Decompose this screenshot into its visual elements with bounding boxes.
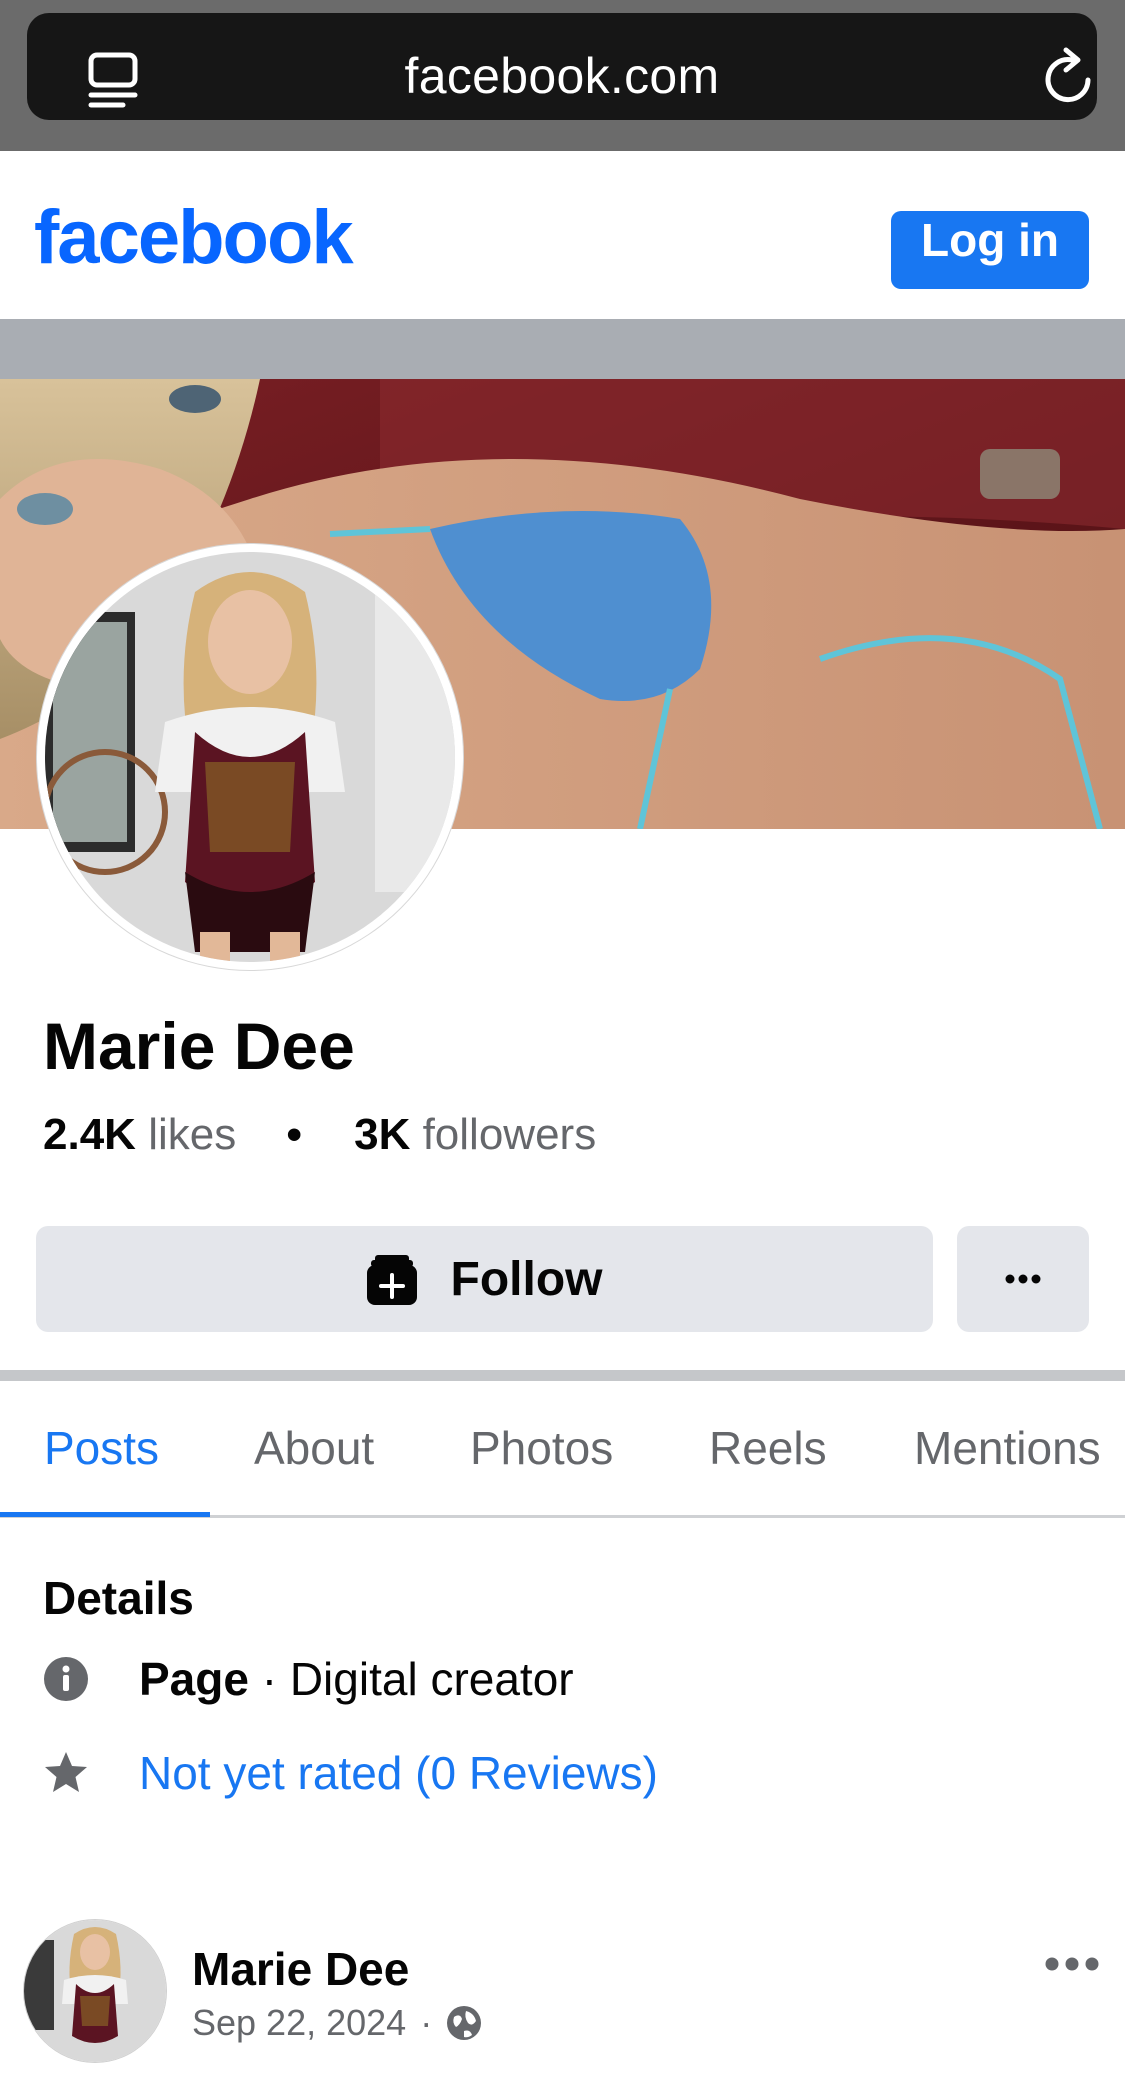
tab-reels[interactable]: Reels [709,1421,827,1475]
tab-about[interactable]: About [254,1421,374,1475]
profile-tabs: Posts About Photos Reels Mentions [0,1381,1125,1518]
tab-photos[interactable]: Photos [470,1421,613,1475]
page-stats: 2.4K likes • 3K followers [43,1110,596,1160]
section-divider [0,1370,1125,1381]
detail-rating-row: Not yet rated (0 Reviews) [43,1746,658,1800]
profile-picture[interactable] [37,544,463,970]
tab-mentions[interactable]: Mentions [914,1421,1101,1475]
url-text[interactable]: facebook.com [27,47,1097,105]
header-divider [0,319,1125,379]
page-type-label: Page [139,1653,249,1705]
follow-button[interactable]: Follow [36,1226,933,1332]
likes-label: likes [148,1110,237,1159]
star-icon [45,1752,87,1792]
info-icon [44,1657,88,1701]
post-avatar[interactable] [24,1920,166,2062]
facebook-logo[interactable]: facebook [34,194,354,281]
active-tab-indicator [0,1512,210,1517]
globe-icon [447,2006,482,2040]
meta-separator: · [420,2002,433,2043]
browser-toolbar: facebook.com [0,0,1125,151]
post-avatar-image [24,1920,166,2062]
more-dots-icon [1005,1274,1041,1284]
page-category: · Digital creator [248,1653,574,1705]
address-bar[interactable]: facebook.com [27,13,1097,120]
page-title: Marie Dee [43,1009,355,1083]
tab-posts[interactable]: Posts [44,1421,159,1475]
category-text: Page · Digital creator [139,1652,574,1706]
post-date[interactable]: Sep 22, 2024 [192,2002,406,2044]
follow-icon [366,1255,417,1305]
followers-label: followers [422,1110,597,1159]
login-button[interactable]: Log in [891,211,1089,289]
post-author[interactable]: Marie Dee [192,1942,409,1996]
followers-count: 3K [354,1110,411,1159]
post-options-icon[interactable] [1044,1956,1100,1972]
follow-label: Follow [450,1252,603,1306]
details-heading: Details [43,1572,194,1624]
more-options-button[interactable] [957,1226,1089,1332]
reload-icon[interactable] [1042,46,1098,110]
likes-count: 2.4K [43,1110,136,1159]
stats-separator: • [286,1110,302,1159]
post-meta: Sep 22, 2024 · [192,2002,482,2044]
rating-link[interactable]: Not yet rated (0 Reviews) [139,1746,658,1800]
profile-image [45,552,455,962]
site-header: facebook Log in [0,151,1125,319]
detail-category-row: Page · Digital creator [43,1652,574,1706]
